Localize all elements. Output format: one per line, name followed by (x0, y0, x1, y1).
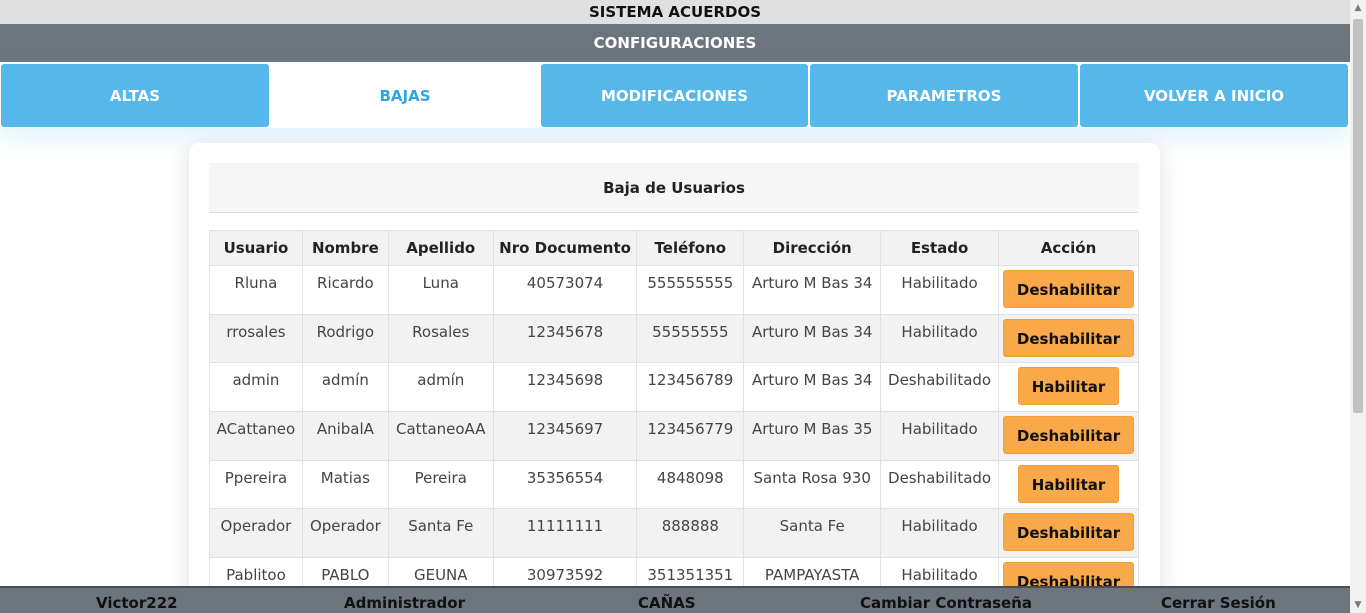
deshabilitar-button[interactable]: Deshabilitar (1002, 513, 1135, 552)
tab-bar: ALTAS BAJAS MODIFICACIONES PARAMETROS VO… (0, 62, 1350, 128)
cell-telefono: 123456779 (636, 411, 745, 461)
section-title: CONFIGURACIONES (0, 24, 1350, 62)
table-row: admin admín admín 12345698 123456789 Art… (209, 362, 1139, 413)
cell-apellido: Luna (387, 265, 494, 315)
table-header-row: Usuario Nombre Apellido Nro Documento Te… (209, 230, 1139, 266)
cell-estado: Deshabilitado (880, 362, 1000, 413)
footer-location: CAÑAS (638, 594, 696, 612)
table-row: Ppereira Matias Pereira 35356554 4848098… (209, 459, 1139, 510)
column-header-direccion: Dirección (743, 230, 882, 266)
cell-documento: 12345697 (492, 411, 638, 461)
cell-documento: 11111111 (492, 508, 638, 559)
table-row: ACattaneo AnibalA CattaneoAA 12345697 12… (209, 411, 1139, 461)
cell-accion: Deshabilitar (998, 313, 1139, 364)
column-header-estado: Estado (880, 230, 1000, 266)
cell-estado: Deshabilitado (880, 459, 1000, 510)
cell-documento: 12345698 (492, 362, 638, 413)
cell-usuario: Ppereira (209, 459, 303, 510)
cell-usuario: Operador (209, 508, 303, 559)
vertical-scrollbar[interactable]: ▲ ▼ (1350, 0, 1366, 613)
cell-direccion: Arturo M Bas 34 (743, 313, 882, 364)
tab-volver-a-inicio[interactable]: VOLVER A INICIO (1080, 64, 1348, 127)
scroll-up-arrow-icon[interactable]: ▲ (1350, 0, 1366, 16)
cell-accion: Deshabilitar (998, 508, 1139, 559)
cell-telefono: 55555555 (636, 313, 745, 364)
users-table: Usuario Nombre Apellido Nro Documento Te… (209, 230, 1139, 607)
cell-accion: Deshabilitar (998, 265, 1139, 315)
cell-estado: Habilitado (880, 508, 1000, 559)
table-row: Operador Operador Santa Fe 11111111 8888… (209, 508, 1139, 559)
cell-direccion: Arturo M Bas 35 (743, 411, 882, 461)
change-password-link[interactable]: Cambiar Contraseña (860, 588, 1032, 613)
column-header-accion: Acción (998, 230, 1139, 266)
column-header-nro-documento: Nro Documento (492, 230, 638, 266)
cell-apellido: CattaneoAA (387, 411, 494, 461)
footer-bar: Victor222 Administrador CAÑAS Cambiar Co… (0, 586, 1350, 613)
cell-nombre: Rodrigo (301, 313, 389, 364)
cell-accion: Habilitar (998, 459, 1139, 510)
cell-documento: 40573074 (492, 265, 638, 315)
cell-telefono: 4848098 (636, 459, 745, 510)
app-title: SISTEMA ACUERDOS (0, 0, 1350, 24)
cell-nombre: Operador (301, 508, 389, 559)
tab-modificaciones[interactable]: MODIFICACIONES (541, 64, 808, 127)
card-title: Baja de Usuarios (209, 163, 1139, 213)
cell-accion: Habilitar (998, 362, 1139, 413)
table-row: rrosales Rodrigo Rosales 12345678 555555… (209, 313, 1139, 364)
cell-usuario: admin (209, 362, 303, 413)
logout-link[interactable]: Cerrar Sesión (1161, 588, 1276, 613)
deshabilitar-button[interactable]: Deshabilitar (1002, 416, 1135, 455)
cell-telefono: 123456789 (636, 362, 745, 413)
cell-documento: 35356554 (492, 459, 638, 510)
cell-direccion: Santa Rosa 930 (743, 459, 882, 510)
scroll-down-arrow-icon[interactable]: ▼ (1350, 597, 1366, 613)
cell-estado: Habilitado (880, 411, 1000, 461)
column-header-usuario: Usuario (209, 230, 303, 266)
cell-usuario: ACattaneo (209, 411, 303, 461)
deshabilitar-button[interactable]: Deshabilitar (1002, 318, 1135, 357)
cell-apellido: Rosales (387, 313, 494, 364)
footer-username: Victor222 (96, 594, 178, 612)
cell-apellido: admín (387, 362, 494, 413)
cell-direccion: Arturo M Bas 34 (743, 265, 882, 315)
cell-apellido: Pereira (387, 459, 494, 510)
cell-apellido: Santa Fe (387, 508, 494, 559)
column-header-apellido: Apellido (387, 230, 494, 266)
cell-nombre: admín (301, 362, 389, 413)
cell-nombre: AnibalA (301, 411, 389, 461)
cell-documento: 12345678 (492, 313, 638, 364)
tab-parametros[interactable]: PARAMETROS (810, 64, 1078, 127)
cell-accion: Deshabilitar (998, 411, 1139, 461)
tab-bajas[interactable]: BAJAS (271, 64, 539, 127)
scroll-thumb[interactable] (1353, 19, 1363, 413)
footer-role: Administrador (344, 594, 465, 612)
cell-usuario: Rluna (209, 265, 303, 315)
cell-estado: Habilitado (880, 265, 1000, 315)
cell-nombre: Ricardo (301, 265, 389, 315)
cell-telefono: 888888 (636, 508, 745, 559)
users-card: Baja de Usuarios Usuario Nombre Apellido… (189, 143, 1160, 607)
habilitar-button[interactable]: Habilitar (1017, 367, 1120, 406)
column-header-nombre: Nombre (301, 230, 389, 266)
column-header-telefono: Teléfono (636, 230, 745, 266)
cell-usuario: rrosales (209, 313, 303, 364)
page: SISTEMA ACUERDOS CONFIGURACIONES ALTAS B… (0, 0, 1350, 613)
cell-nombre: Matias (301, 459, 389, 510)
cell-telefono: 555555555 (636, 265, 745, 315)
cell-direccion: Arturo M Bas 34 (743, 362, 882, 413)
table-row: Rluna Ricardo Luna 40573074 555555555 Ar… (209, 265, 1139, 315)
cell-estado: Habilitado (880, 313, 1000, 364)
habilitar-button[interactable]: Habilitar (1017, 464, 1120, 503)
deshabilitar-button[interactable]: Deshabilitar (1002, 270, 1135, 308)
cell-direccion: Santa Fe (743, 508, 882, 559)
tab-altas[interactable]: ALTAS (1, 64, 269, 127)
